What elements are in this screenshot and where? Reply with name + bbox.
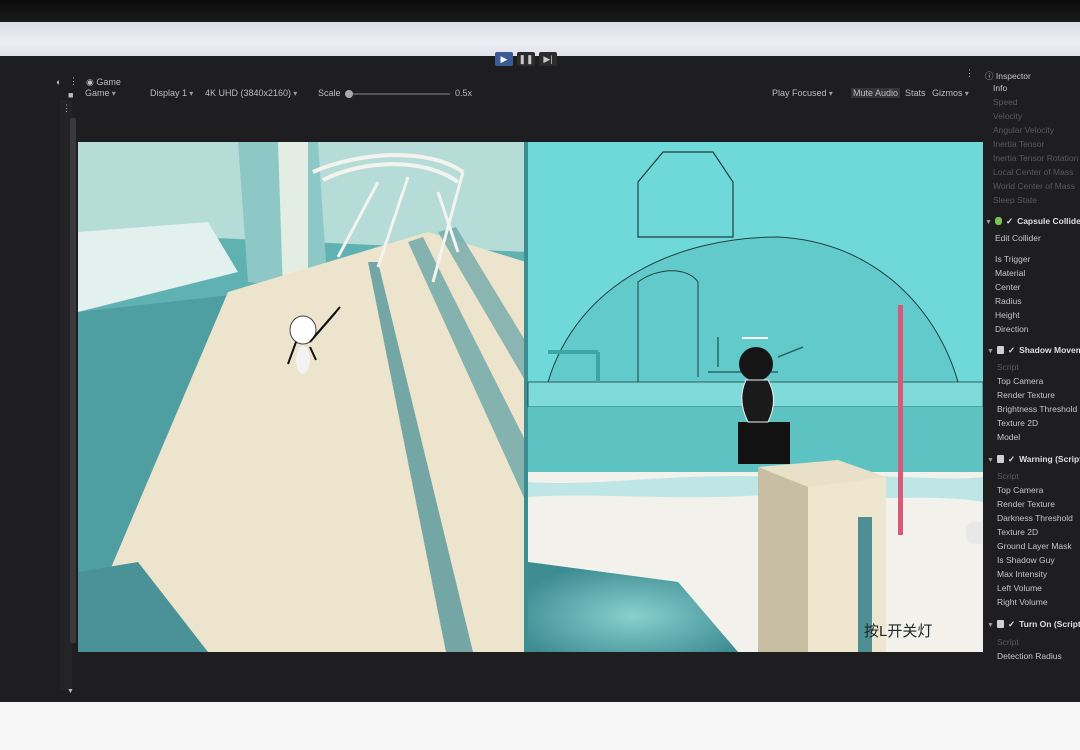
rigidbody-info-foldout[interactable]: Info: [993, 83, 1007, 93]
shadow-guy-head: [739, 347, 773, 381]
field-height[interactable]: Height: [995, 310, 1020, 320]
gizmos-dropdown[interactable]: Gizmos: [932, 88, 969, 98]
info-local-center-of-mass: Local Center of Mass: [993, 167, 1074, 177]
play-focused-dropdown[interactable]: Play Focused: [772, 88, 833, 98]
field-script: Script: [997, 362, 1019, 372]
shadow-box: [738, 422, 790, 464]
expand-arrow-icon: ▼: [987, 622, 994, 629]
scroll-down-icon[interactable]: ▼: [67, 688, 74, 695]
pause-button[interactable]: ❚❚: [517, 52, 535, 66]
step-button[interactable]: ▶|: [539, 52, 557, 66]
field-texture-2d[interactable]: Texture 2D: [997, 418, 1038, 428]
field-darkness-threshold[interactable]: Darkness Threshold: [997, 513, 1073, 523]
stats-toggle[interactable]: Stats: [905, 88, 926, 98]
tab-game-label: Game: [96, 77, 121, 87]
warning-header[interactable]: ▼ ✓ Warning (Script): [987, 454, 1080, 465]
hierarchy-menu-icon[interactable]: ⋮: [62, 103, 71, 114]
inspector-title: Inspector: [995, 71, 1031, 81]
info-label: Info: [993, 83, 1008, 93]
script-icon: [996, 620, 1004, 628]
mute-audio-toggle[interactable]: Mute Audio: [851, 88, 901, 98]
turn-on-header[interactable]: ▼ ✓ Turn On (Script): [987, 619, 1080, 630]
shadow-movement-header[interactable]: ▼ ✓ Shadow Movement (Script): [987, 345, 1080, 356]
scale-value: 0.5x: [455, 88, 473, 98]
game-view-dropdown-label: Game: [85, 88, 110, 98]
field-left-volume[interactable]: Left Volume: [997, 583, 1042, 593]
info-icon: ⓘ: [985, 71, 996, 81]
field-render-texture[interactable]: Render Texture: [997, 390, 1055, 400]
side-handle[interactable]: [966, 522, 982, 544]
component-enabled-checkbox[interactable]: ✓: [1008, 345, 1015, 356]
field-material[interactable]: Material: [995, 268, 1025, 278]
field-max-intensity[interactable]: Max Intensity: [997, 569, 1047, 579]
component-enabled-checkbox[interactable]: ✓: [1008, 454, 1015, 465]
field-ground-layer-mask[interactable]: Ground Layer Mask: [997, 541, 1072, 551]
field-script: Script: [997, 637, 1019, 647]
field-script: Script: [997, 471, 1019, 481]
left-scrollbar[interactable]: [70, 118, 76, 643]
capsule-collider-icon: [994, 217, 1002, 225]
play-button[interactable]: ▶: [495, 52, 513, 66]
field-right-volume[interactable]: Right Volume: [997, 597, 1048, 607]
field-brightness-threshold[interactable]: Brightness Threshold: [997, 404, 1077, 414]
field-radius[interactable]: Radius: [995, 296, 1021, 306]
monitor-bezel: [0, 0, 1080, 24]
toggle-light-hint: 按L开关灯: [864, 623, 933, 640]
turn-on-name: Turn On (Script): [1019, 619, 1080, 629]
info-angular-velocity: Angular Velocity: [993, 125, 1054, 135]
info-speed: Speed: [993, 97, 1018, 107]
capsule-collider-name: Capsule Collider: [1017, 216, 1080, 226]
info-inertia-tensor-rotation: Inertia Tensor Rotation: [993, 153, 1079, 163]
field-center[interactable]: Center: [995, 282, 1021, 292]
toolbar-menu-icon[interactable]: ⋮: [965, 68, 974, 79]
camera-icon: ■: [68, 90, 74, 100]
inspector-panel: ⓘ Inspector Info Speed Velocity Angular …: [983, 66, 1080, 702]
display-label: Display 1: [150, 88, 188, 98]
gizmos-label: Gizmos: [932, 88, 963, 98]
expand-arrow-icon: ▼: [987, 457, 994, 464]
field-model[interactable]: Model: [997, 432, 1020, 442]
shadow-movement-name: Shadow Movement (Script): [1019, 345, 1080, 355]
field-top-camera[interactable]: Top Camera: [997, 376, 1043, 386]
field-top-camera[interactable]: Top Camera: [997, 485, 1043, 495]
play-focused-label: Play Focused: [772, 88, 827, 98]
browser-strip: [0, 22, 1080, 56]
field-direction[interactable]: Direction: [995, 324, 1029, 334]
gamepad-icon: ◉: [86, 77, 97, 87]
info-world-center-of-mass: World Center of Mass: [993, 181, 1076, 191]
game-view-dropdown[interactable]: Game: [85, 88, 116, 98]
expand-arrow-icon: ▼: [985, 219, 992, 226]
pink-pole: [898, 305, 903, 535]
resolution-dropdown[interactable]: 4K UHD (3840x2160): [205, 88, 297, 98]
expand-arrow-icon: ▼: [987, 348, 994, 355]
warning-name: Warning (Script): [1019, 454, 1080, 464]
playmode-toolbar: ▶ ❚❚ ▶|: [495, 52, 557, 66]
inspector-tab[interactable]: ⓘ Inspector: [985, 70, 1031, 82]
field-texture-2d[interactable]: Texture 2D: [997, 527, 1038, 537]
resolution-label: 4K UHD (3840x2160): [205, 88, 292, 98]
field-render-texture[interactable]: Render Texture: [997, 499, 1055, 509]
script-icon: [996, 346, 1004, 354]
display-dropdown[interactable]: Display 1: [150, 88, 193, 98]
tab-menu-icon[interactable]: ⋮: [69, 76, 78, 87]
field-is-shadow-guy[interactable]: Is Shadow Guy: [997, 555, 1055, 565]
scale-slider-track[interactable]: [345, 93, 450, 95]
desk-surface: [0, 702, 1080, 750]
info-sleep-state: Sleep State: [993, 195, 1037, 205]
component-enabled-checkbox[interactable]: ✓: [1008, 619, 1015, 630]
script-icon: [996, 455, 1004, 463]
field-is-trigger[interactable]: Is Trigger: [995, 254, 1030, 264]
scale-slider-handle[interactable]: [345, 90, 353, 98]
lock-icon[interactable]: ◐: [56, 77, 61, 87]
game-render: [78, 142, 983, 652]
component-enabled-checkbox[interactable]: ✓: [1006, 216, 1013, 227]
capsule-collider-header[interactable]: ▼ ✓ Capsule Collider: [985, 216, 1080, 227]
edit-collider-button[interactable]: Edit Collider: [995, 233, 1041, 243]
info-velocity: Velocity: [993, 111, 1023, 121]
info-inertia-tensor: Inertia Tensor: [993, 139, 1045, 149]
tab-game[interactable]: ◉ Game: [86, 77, 121, 88]
scale-label: Scale: [318, 88, 341, 98]
game-viewport[interactable]: 按L开关灯: [78, 142, 983, 652]
field-detection-radius[interactable]: Detection Radius: [997, 651, 1062, 661]
